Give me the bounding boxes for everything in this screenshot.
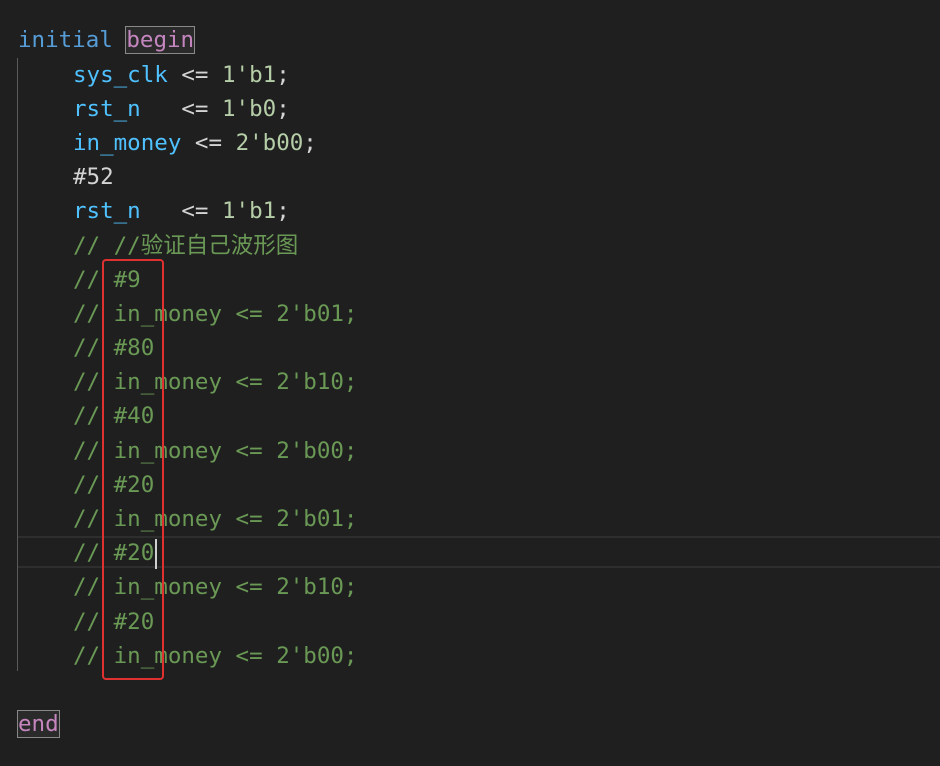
code-line-9[interactable]: // in_money <= 2'b01; xyxy=(0,297,357,331)
comment: // in_money <= 2'b01; xyxy=(73,506,358,532)
code-line-19[interactable]: // in_money <= 2'b00; xyxy=(0,639,357,673)
initial-keyword: initial xyxy=(18,27,113,53)
code-editor[interactable]: initial begin sys_clk <= 1'b1; rst_n <= … xyxy=(0,0,940,766)
code-line-14[interactable]: // #20 xyxy=(0,468,154,502)
number-literal: 1'b1 xyxy=(222,62,277,88)
operator: <= xyxy=(181,130,236,156)
number-literal: 1'b0 xyxy=(222,96,277,122)
comment: // in_money <= 2'b00; xyxy=(73,438,358,464)
comment: // #20 xyxy=(73,609,155,635)
identifier: sys_clk xyxy=(73,62,168,88)
number-literal: 1'b1 xyxy=(222,198,277,224)
code-line-15[interactable]: // in_money <= 2'b01; xyxy=(0,502,357,536)
code-line-6[interactable]: rst_n <= 1'b1; xyxy=(0,194,290,228)
number-literal: 2'b00 xyxy=(235,130,304,156)
text-cursor xyxy=(155,538,158,569)
operator: <= xyxy=(140,96,223,122)
comment: // #20 xyxy=(73,540,155,566)
code-line-17[interactable]: // in_money <= 2'b10; xyxy=(0,570,357,604)
end-keyword: end xyxy=(17,710,60,738)
code-line-8[interactable]: // #9 xyxy=(0,263,141,297)
code-line-21[interactable]: end xyxy=(0,707,60,741)
begin-keyword: begin xyxy=(125,26,196,54)
semicolon: ; xyxy=(276,198,290,224)
comment: // in_money <= 2'b00; xyxy=(73,643,358,669)
comment: // #9 xyxy=(73,267,141,293)
semicolon: ; xyxy=(276,62,290,88)
code-line-2[interactable]: sys_clk <= 1'b1; xyxy=(0,58,290,92)
code-line-7[interactable]: // //验证自己波形图 xyxy=(0,229,298,263)
comment: // in_money <= 2'b10; xyxy=(73,574,358,600)
semicolon: ; xyxy=(303,130,317,156)
code-line-13[interactable]: // in_money <= 2'b00; xyxy=(0,434,357,468)
comment: // #20 xyxy=(73,472,155,498)
code-line-18[interactable]: // #20 xyxy=(0,605,154,639)
delay-statement: #52 xyxy=(73,164,114,190)
identifier: rst_n xyxy=(73,96,141,122)
identifier: rst_n xyxy=(73,198,141,224)
code-line-5[interactable]: #52 xyxy=(0,160,114,194)
semicolon: ; xyxy=(276,96,290,122)
code-line-1[interactable]: initial begin xyxy=(0,23,196,57)
code-line-10[interactable]: // #80 xyxy=(0,331,154,365)
code-line-11[interactable]: // in_money <= 2'b10; xyxy=(0,365,357,399)
comment: // #80 xyxy=(73,335,155,361)
operator: <= xyxy=(140,198,223,224)
code-line-4[interactable]: in_money <= 2'b00; xyxy=(0,126,317,160)
comment: // in_money <= 2'b01; xyxy=(73,301,358,327)
code-line-16[interactable]: // #20 xyxy=(0,536,158,570)
operator: <= xyxy=(167,62,223,88)
identifier: in_money xyxy=(73,130,182,156)
code-line-3[interactable]: rst_n <= 1'b0; xyxy=(0,92,290,126)
comment: // in_money <= 2'b10; xyxy=(73,369,358,395)
comment: // #40 xyxy=(73,403,155,429)
code-line-12[interactable]: // #40 xyxy=(0,399,154,433)
comment: // //验证自己波形图 xyxy=(73,233,299,259)
